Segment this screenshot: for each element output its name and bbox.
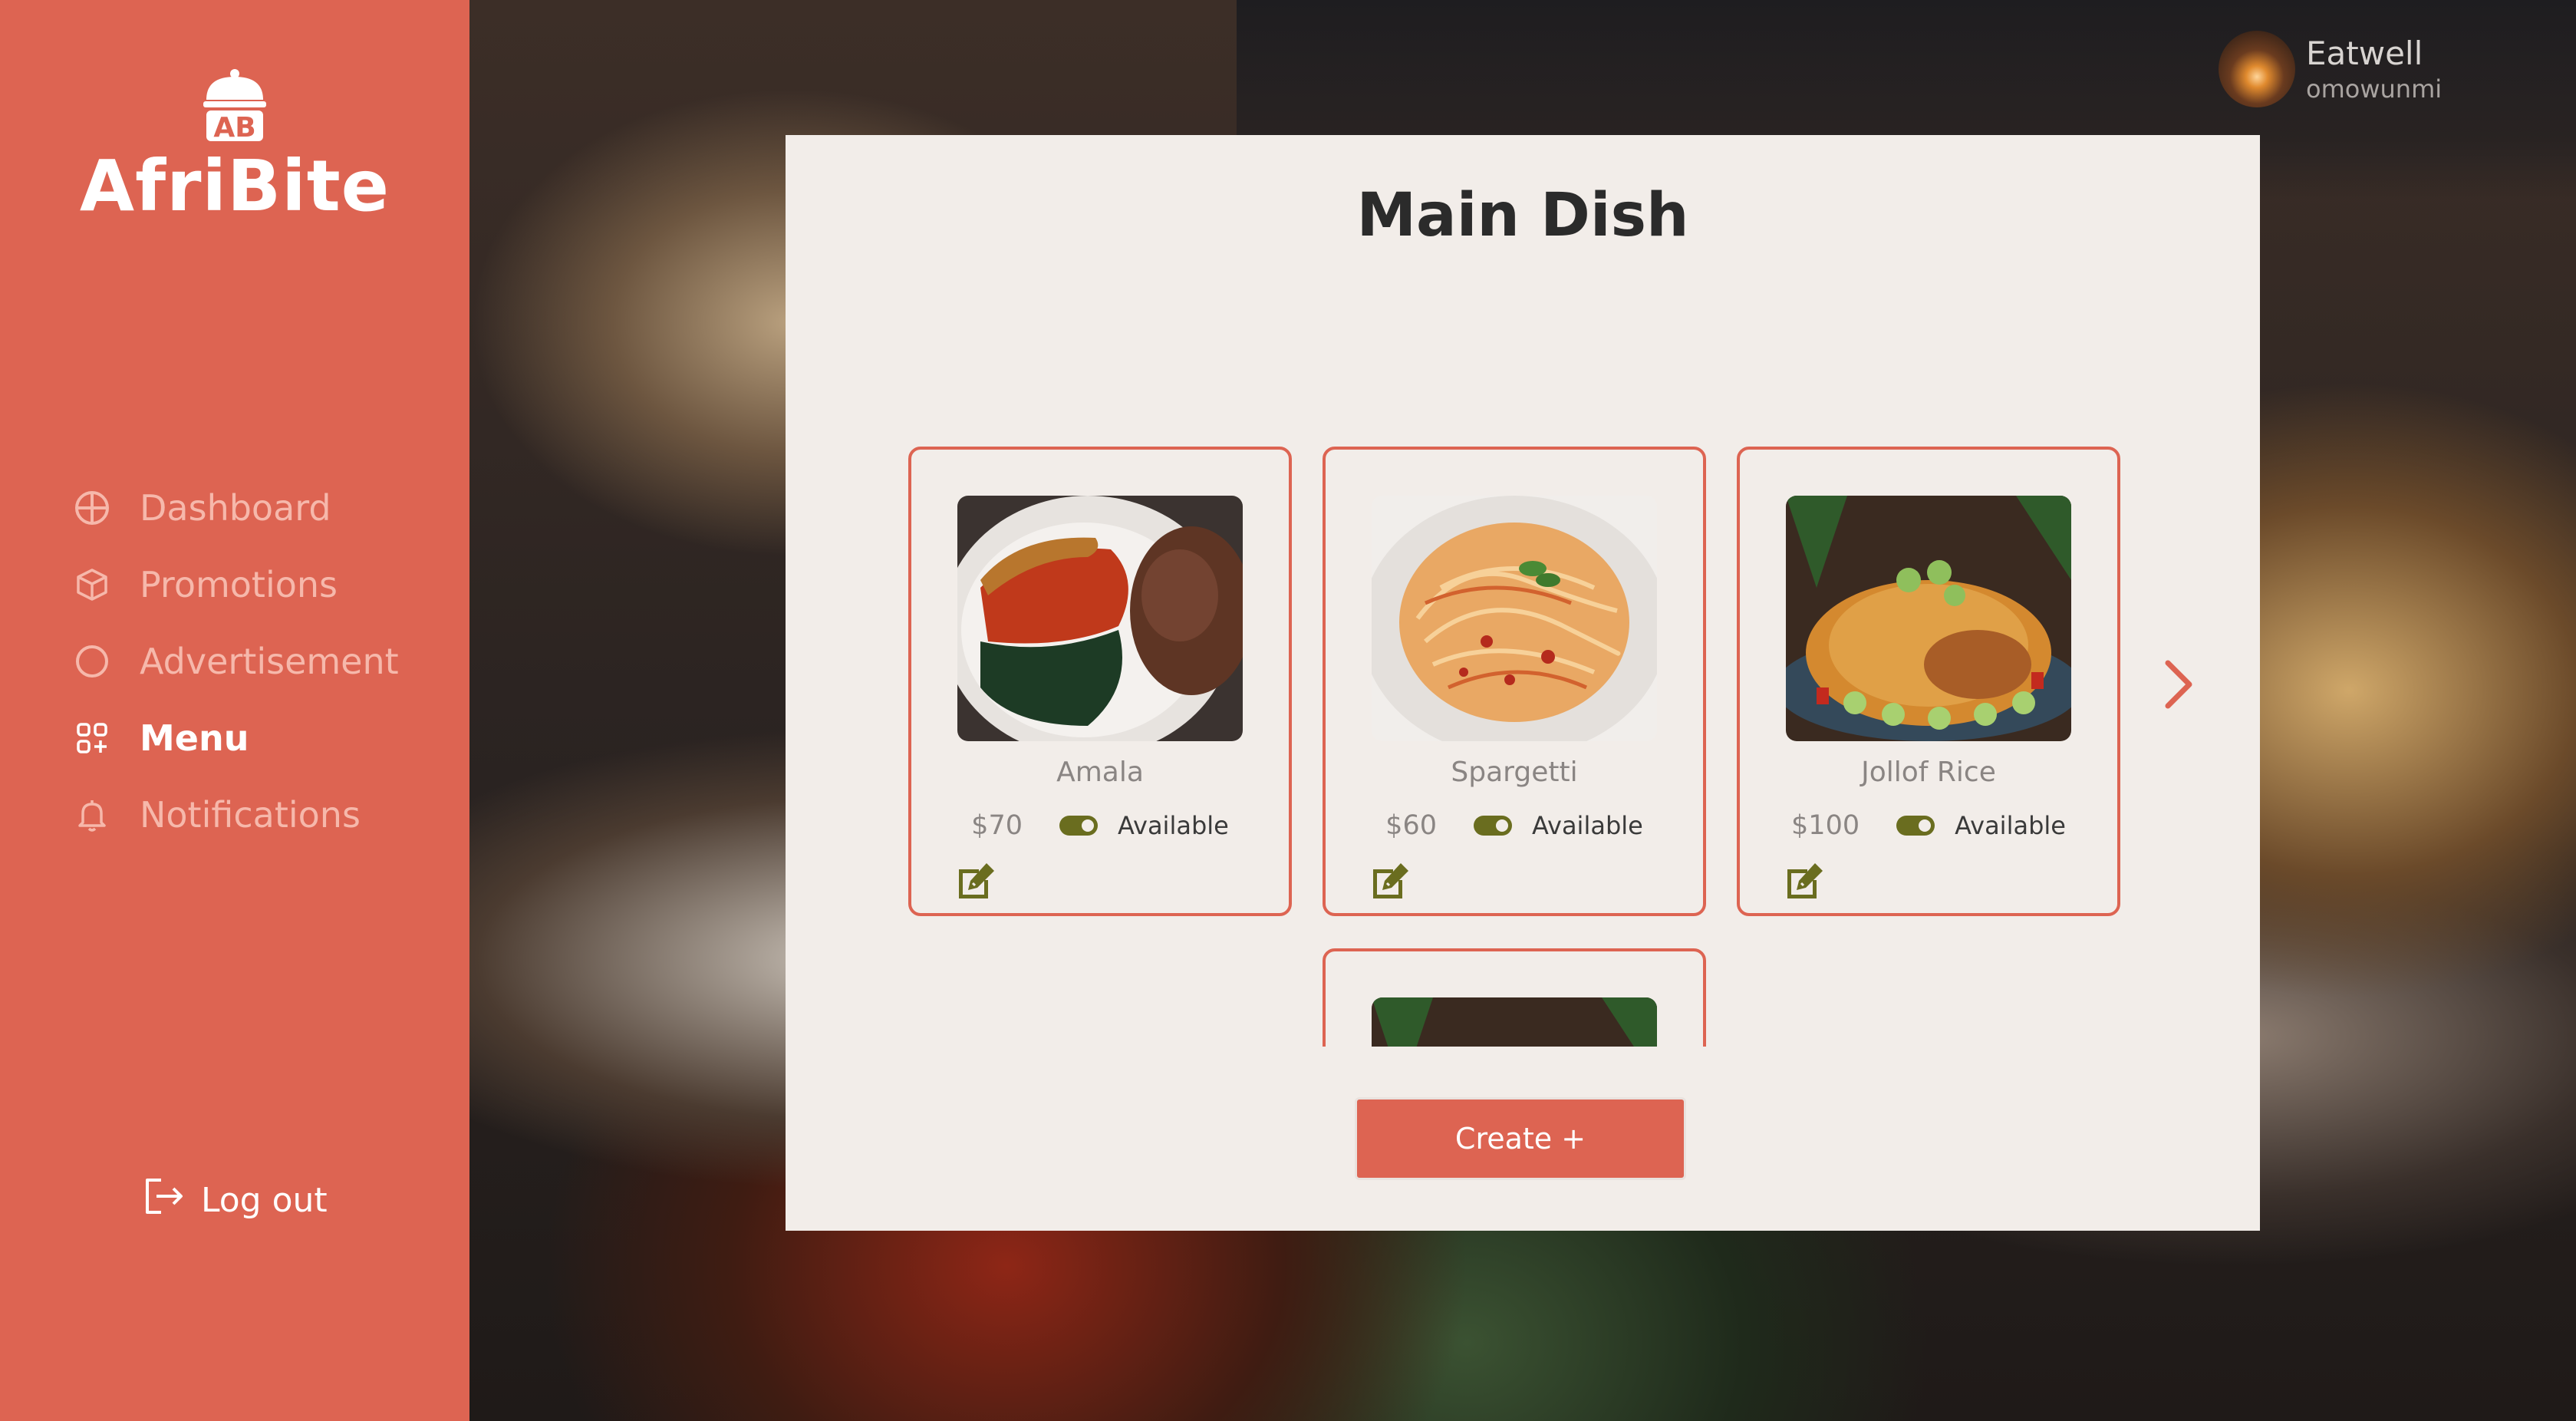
box-icon	[74, 566, 110, 603]
user-name: Eatwell	[2306, 35, 2423, 72]
availability-toggle[interactable]	[1473, 816, 1512, 836]
logout-label: Log out	[201, 1181, 328, 1220]
dish-name: Spargetti	[1451, 757, 1578, 788]
menu-panel: Main Dish Amala $70 Available Spargetti …	[786, 135, 2260, 1231]
sidebar-item-dashboard[interactable]: Dashboard	[74, 470, 399, 546]
availability-label: Available	[1117, 811, 1229, 840]
grid-plus-icon	[74, 720, 110, 757]
next-page-arrow[interactable]	[2156, 654, 2202, 715]
dish-price: $60	[1385, 810, 1437, 841]
jollof-rice-image	[1372, 997, 1657, 1047]
logout-icon	[141, 1174, 201, 1227]
edit-icon[interactable]	[956, 860, 997, 902]
availability-toggle[interactable]	[1059, 816, 1098, 836]
sidebar-item-label: Promotions	[140, 564, 338, 605]
sidebar-item-label: Menu	[140, 717, 249, 759]
sidebar-item-label: Advertisement	[140, 641, 399, 682]
sidebar-nav: Dashboard Promotions Advertisement Menu …	[74, 470, 399, 853]
dish-price: $70	[971, 810, 1023, 841]
spaghetti-image	[1372, 496, 1657, 741]
availability-toggle[interactable]	[1896, 816, 1935, 836]
edit-icon[interactable]	[1370, 860, 1412, 902]
availability-label: Available	[1955, 811, 2066, 840]
cloche-icon: AB	[202, 68, 268, 144]
dish-card[interactable]	[1323, 948, 1706, 1047]
brand-logo[interactable]: AB AfriBite	[0, 68, 469, 229]
avatar	[2219, 31, 2295, 107]
dish-card[interactable]: Spargetti $60 Available	[1323, 447, 1706, 916]
sidebar-item-advertisement[interactable]: Advertisement	[74, 623, 399, 700]
dish-card[interactable]: Jollof Rice $100 Available	[1737, 447, 2120, 916]
logo-initials: AB	[213, 112, 255, 143]
amala-image	[957, 496, 1243, 741]
dish-card[interactable]: Amala $70 Available	[908, 447, 1292, 916]
sidebar-item-menu[interactable]: Menu	[74, 700, 399, 776]
dish-price: $100	[1791, 810, 1860, 841]
dish-name: Amala	[1056, 757, 1144, 788]
circle-icon	[74, 643, 110, 680]
availability-label: Available	[1531, 811, 1643, 840]
user-profile[interactable]: Eatwell omowunmi	[2219, 31, 2442, 107]
create-button[interactable]: Create +	[1355, 1097, 1686, 1180]
logout-button[interactable]: Log out	[141, 1174, 328, 1227]
sidebar-item-label: Dashboard	[140, 487, 331, 529]
brand-name: AfriBite	[79, 145, 390, 227]
sidebar-item-promotions[interactable]: Promotions	[74, 546, 399, 623]
user-handle: omowunmi	[2306, 74, 2443, 104]
bell-icon	[74, 796, 110, 833]
dish-grid: Amala $70 Available Spargetti $60 Availa…	[887, 308, 2130, 1047]
sidebar-item-label: Notifications	[140, 794, 361, 836]
sidebar: AB AfriBite Dashboard Promotions Adverti…	[0, 0, 469, 1421]
sidebar-item-notifications[interactable]: Notifications	[74, 776, 399, 853]
page-title: Main Dish	[1356, 181, 1689, 250]
dish-name: Jollof Rice	[1861, 757, 1996, 788]
edit-icon[interactable]	[1784, 860, 1826, 902]
dashboard-icon	[74, 490, 110, 526]
jollof-rice-image	[1786, 496, 2071, 741]
